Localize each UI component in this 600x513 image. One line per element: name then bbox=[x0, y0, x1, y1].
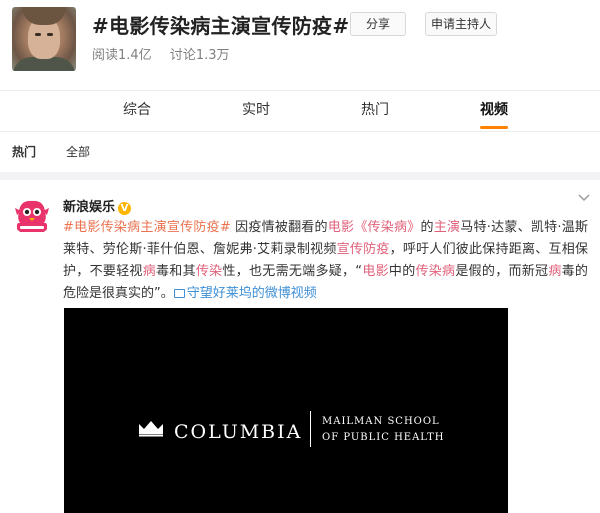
apply-host-button[interactable]: 申请主持人 bbox=[425, 12, 497, 36]
topic-title: #电影传染病主演宣传防疫# bbox=[92, 14, 350, 38]
topic-avatar bbox=[12, 7, 76, 71]
school-name-line1: MAILMAN SCHOOL bbox=[322, 416, 440, 427]
post-username[interactable]: 新浪娱乐 V bbox=[63, 196, 132, 215]
topic-header: #电影传染病主演宣传防疫# 阅读1.4亿 讨论1.3万 分享 申请主持人 bbox=[0, 0, 600, 90]
chevron-down-icon[interactable] bbox=[577, 192, 591, 206]
post-text: #电影传染病主演宣传防疫# 因疫情被翻看的电影《传染病》的主演马特·达蒙、凯特·… bbox=[63, 220, 588, 301]
logo-divider bbox=[310, 411, 311, 447]
verified-badge-icon: V bbox=[118, 202, 132, 215]
hashtag-link[interactable]: #电影传染病主演宣传防疫# bbox=[63, 220, 231, 235]
share-button[interactable]: 分享 bbox=[350, 12, 406, 36]
subtab-hot[interactable]: 热门 bbox=[12, 143, 36, 160]
discussion-count: 讨论1.3万 bbox=[169, 48, 230, 63]
tab-hot[interactable]: 热门 bbox=[345, 91, 405, 131]
subtab-all[interactable]: 全部 bbox=[66, 143, 90, 160]
tab-comprehensive[interactable]: 综合 bbox=[107, 91, 167, 131]
video-link-icon bbox=[173, 289, 185, 298]
read-count: 阅读1.4亿 bbox=[92, 48, 152, 63]
username-text[interactable]: 新浪娱乐 bbox=[63, 200, 115, 215]
school-name-line2: OF PUBLIC HEALTH bbox=[322, 432, 445, 443]
columbia-logo-text: COLUMBIA bbox=[174, 421, 303, 443]
subtab-bar: 热门 全部 bbox=[0, 132, 600, 172]
video-player[interactable]: COLUMBIA MAILMAN SCHOOL OF PUBLIC HEALTH bbox=[64, 308, 508, 513]
video-link[interactable]: 守望好莱坞的微博视频 bbox=[173, 286, 317, 301]
crown-icon bbox=[139, 421, 163, 437]
section-gap bbox=[0, 172, 600, 180]
post-avatar[interactable] bbox=[12, 196, 52, 236]
tab-bar: 综合 实时 热门 视频 bbox=[0, 90, 600, 132]
topic-stats: 阅读1.4亿 讨论1.3万 bbox=[92, 44, 244, 63]
tab-realtime[interactable]: 实时 bbox=[226, 91, 286, 131]
tab-video[interactable]: 视频 bbox=[464, 91, 524, 131]
post-card: 新浪娱乐 V #电影传染病主演宣传防疫# 因疫情被翻看的电影《传染病》的主演马特·… bbox=[0, 180, 600, 513]
